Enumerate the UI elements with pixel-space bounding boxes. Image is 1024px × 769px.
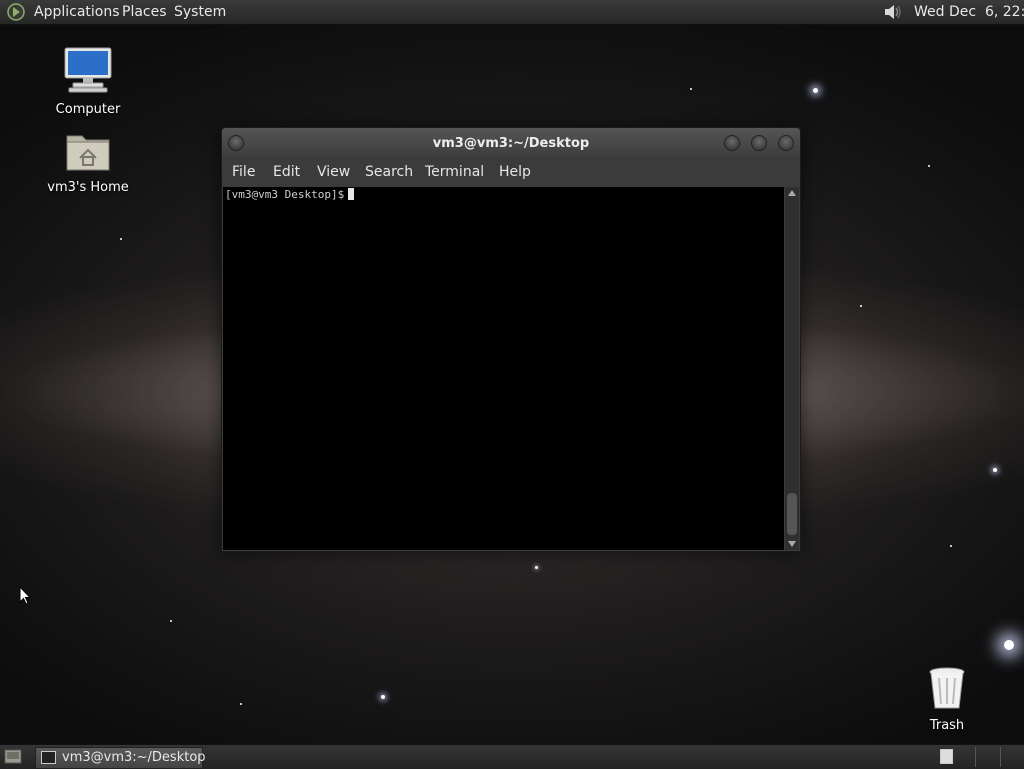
desktop-icon-label: Trash [929,718,965,733]
distro-logo-icon[interactable] [7,3,25,21]
menu-view[interactable]: View [317,164,350,180]
menu-edit[interactable]: Edit [273,164,300,180]
window-titlebar[interactable]: vm3@vm3:~/Desktop [222,128,800,158]
clock[interactable]: Wed Dec 6, 22:05 [914,4,1024,20]
scrollbar-thumb[interactable] [787,493,797,535]
workspace-switcher-3[interactable] [1000,747,1001,767]
star [1004,640,1014,650]
star [690,88,692,90]
system-menu[interactable]: System [174,4,226,20]
workspace-switcher-2[interactable] [975,747,976,767]
menu-help[interactable]: Help [499,164,531,180]
star [120,238,122,240]
computer-icon [64,47,112,93]
text-cursor [348,188,355,200]
star [860,305,862,307]
maximize-button[interactable] [751,135,767,151]
taskbar-item-terminal[interactable]: vm3@vm3:~/Desktop [35,747,206,769]
applications-menu[interactable]: Applications [34,4,120,20]
mouse-pointer-icon [19,586,31,605]
top-panel: Applications Places System Wed Dec 6, 22… [0,0,1024,25]
desktop-icon-label: vm3's Home [47,180,129,195]
desktop-icon-label: Computer [55,102,121,117]
show-desktop-icon[interactable] [4,749,22,764]
star [993,468,997,472]
taskbar-item-label: vm3@vm3:~/Desktop [62,750,206,765]
menu-search[interactable]: Search [365,164,413,180]
terminal-output[interactable]: [vm3@vm3 Desktop]$ [223,187,784,550]
star [813,88,818,93]
desktop-icon-home[interactable]: vm3's Home [43,128,133,195]
shell-prompt: [vm3@vm3 Desktop]$ [225,188,345,201]
close-button[interactable] [778,135,794,151]
star [928,165,930,167]
terminal-window[interactable]: vm3@vm3:~/Desktop File Edit View Search … [221,127,801,552]
terminal-icon [41,751,56,764]
desktop-icon-trash[interactable]: Trash [902,666,992,733]
star [535,566,538,569]
star [950,545,952,547]
terminal-scrollbar[interactable] [785,187,799,550]
desktop-icon-computer[interactable]: Computer [43,46,133,117]
bottom-panel: vm3@vm3:~/Desktop [0,744,1024,769]
scroll-up-arrow-icon[interactable] [788,190,796,196]
star [381,695,385,699]
home-folder-icon [66,135,110,171]
places-menu[interactable]: Places [122,4,167,20]
terminal-menubar: File Edit View Search Terminal Help [222,158,800,186]
menu-file[interactable]: File [232,164,255,180]
workspace-switcher-1[interactable] [940,749,953,764]
menu-terminal[interactable]: Terminal [425,164,484,180]
volume-icon[interactable] [883,3,903,21]
trash-icon [929,667,965,709]
window-title: vm3@vm3:~/Desktop [432,136,590,151]
star [170,620,172,622]
scroll-down-arrow-icon[interactable] [788,541,796,547]
minimize-button[interactable] [724,135,740,151]
star [240,703,242,705]
shell-prompt-line: [vm3@vm3 Desktop]$ [225,188,355,202]
